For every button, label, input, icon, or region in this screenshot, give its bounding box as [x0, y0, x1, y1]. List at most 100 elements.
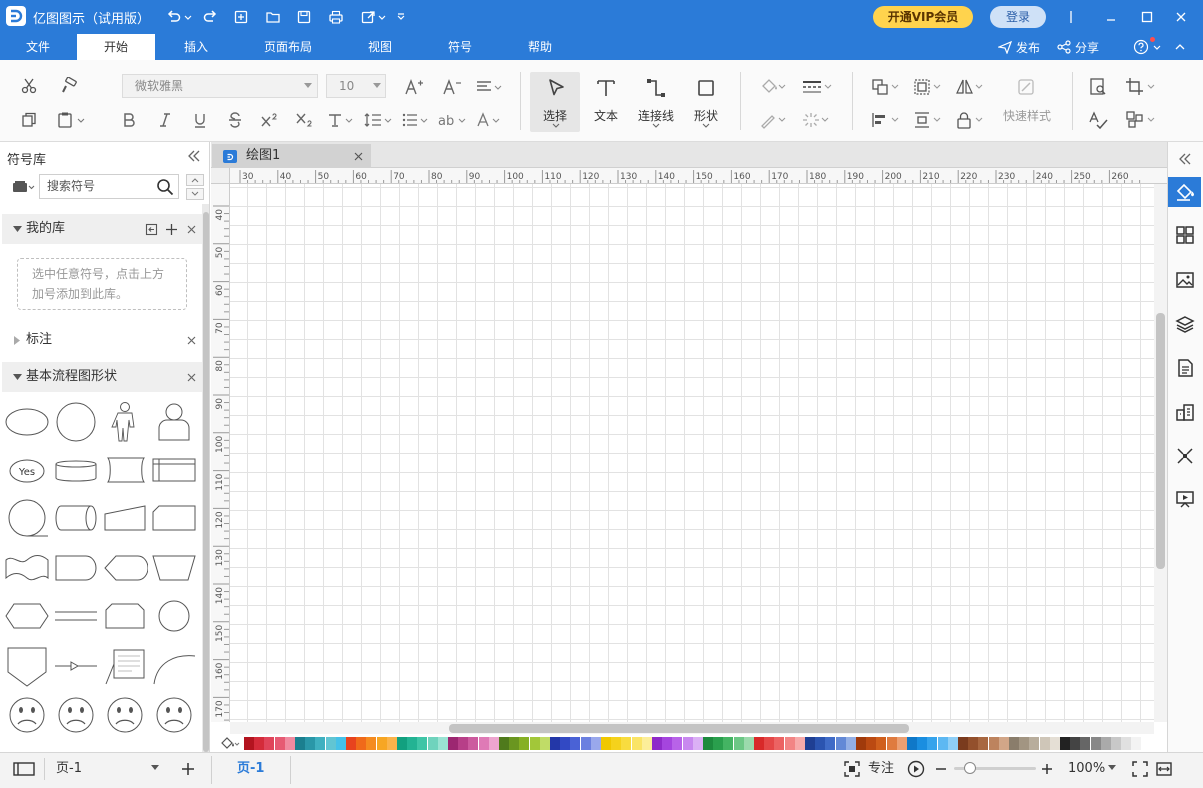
color-swatch[interactable] [1019, 737, 1030, 750]
color-swatch[interactable] [458, 737, 469, 750]
select-pointer-icon[interactable] [544, 76, 568, 100]
shape-yes-decision[interactable]: Yes [4, 448, 50, 492]
color-swatch[interactable] [407, 737, 418, 750]
color-swatch[interactable] [417, 737, 428, 750]
maximize-icon[interactable] [1136, 6, 1158, 28]
menu-insert[interactable]: 插入 [172, 34, 220, 60]
import-library-icon[interactable] [144, 222, 158, 236]
color-swatch[interactable] [876, 737, 887, 750]
color-swatch[interactable] [499, 737, 509, 750]
shape-ellipse[interactable] [4, 400, 50, 444]
color-swatch[interactable] [866, 737, 877, 750]
shape-sad-face[interactable] [53, 693, 99, 737]
open-folder-icon[interactable] [262, 7, 284, 27]
flip-icon[interactable] [954, 76, 986, 98]
my-library-dropzone[interactable]: 选中任意符号，点击上方 加号添加到此库。 [17, 258, 187, 310]
color-swatch[interactable] [284, 737, 295, 750]
color-swatch[interactable] [1111, 737, 1121, 750]
add-symbol-icon[interactable] [164, 222, 178, 236]
color-swatch[interactable] [254, 737, 265, 750]
color-swatch[interactable] [652, 737, 662, 750]
color-swatch[interactable] [978, 737, 989, 750]
color-swatch[interactable] [346, 737, 356, 750]
color-swatch[interactable] [927, 737, 938, 750]
shape-manual-operation[interactable] [151, 546, 197, 590]
lock-icon[interactable] [954, 109, 986, 131]
page-layout-toggle-icon[interactable] [12, 760, 36, 778]
decrease-font-icon[interactable] [440, 76, 464, 98]
shape-arrow-line[interactable] [53, 644, 99, 688]
shape-display[interactable] [102, 546, 148, 590]
group-icon[interactable] [912, 76, 944, 98]
help-icon[interactable] [1133, 34, 1161, 60]
pin-icon[interactable] [1060, 6, 1082, 28]
menu-file[interactable]: 文件 [14, 34, 62, 60]
color-swatch[interactable] [845, 737, 856, 750]
connector-tool-icon[interactable] [644, 76, 668, 100]
bullet-list-icon[interactable] [400, 109, 430, 131]
color-swatch[interactable] [1131, 737, 1142, 750]
login-button[interactable]: 登录 [990, 6, 1046, 28]
shape-parallel-lines[interactable] [53, 594, 99, 638]
menu-help[interactable]: 帮助 [516, 34, 564, 60]
zoom-in-icon[interactable] [1039, 760, 1055, 778]
color-swatch[interactable] [958, 737, 968, 750]
find-replace-icon[interactable] [1086, 76, 1110, 98]
color-swatch[interactable] [856, 737, 866, 750]
line-spacing-icon[interactable] [362, 109, 394, 131]
color-swatch[interactable] [896, 737, 907, 750]
color-swatch[interactable] [305, 737, 316, 750]
close-flowchart-icon[interactable] [185, 371, 197, 383]
search-icon[interactable] [155, 177, 175, 197]
color-swatch[interactable] [315, 737, 326, 750]
cut-icon[interactable] [18, 75, 40, 97]
font-color-icon[interactable] [474, 109, 504, 131]
color-swatch[interactable] [488, 737, 499, 750]
shape-connector-circle[interactable] [4, 496, 50, 540]
color-swatch[interactable] [937, 737, 948, 750]
text-align-icon[interactable] [474, 76, 504, 98]
shape-person[interactable] [102, 400, 148, 444]
close-tab-icon[interactable] [352, 150, 364, 162]
color-swatch[interactable] [295, 737, 305, 750]
shape-card[interactable] [102, 448, 148, 492]
shape-tape[interactable] [4, 546, 50, 590]
color-swatch[interactable] [335, 737, 346, 750]
color-swatch[interactable] [529, 737, 540, 750]
print-icon[interactable] [325, 7, 347, 27]
color-swatch[interactable] [794, 737, 805, 750]
connector-chevron-down-icon[interactable] [650, 122, 662, 130]
color-swatch[interactable] [733, 737, 744, 750]
color-swatch[interactable] [325, 737, 336, 750]
image-panel-icon[interactable] [1168, 265, 1202, 295]
shape-text-note[interactable] [102, 644, 148, 688]
superscript-icon[interactable] [258, 109, 282, 131]
color-swatch[interactable] [1121, 737, 1132, 750]
color-swatch[interactable] [907, 737, 917, 750]
color-swatch[interactable] [509, 737, 520, 750]
shape-internal-storage[interactable] [151, 448, 197, 492]
color-swatch[interactable] [631, 737, 642, 750]
color-swatch[interactable] [754, 737, 764, 750]
color-swatch[interactable] [764, 737, 775, 750]
new-file-icon[interactable] [230, 7, 252, 27]
select-chevron-down-icon[interactable] [550, 122, 562, 130]
shape-sad-face[interactable] [4, 693, 50, 737]
shape-loop-limit[interactable] [102, 594, 148, 638]
color-swatch[interactable] [1100, 737, 1111, 750]
zoom-chevron-down-icon[interactable] [1107, 764, 1117, 772]
shape-circle-small[interactable] [151, 594, 197, 638]
shape-direct-data[interactable] [53, 496, 99, 540]
spell-check-icon[interactable] [1086, 109, 1110, 131]
copy-icon[interactable] [18, 109, 40, 131]
menu-view[interactable]: 视图 [356, 34, 404, 60]
bold-icon[interactable] [118, 109, 140, 131]
format-painter-icon[interactable] [58, 75, 80, 97]
shape-data-panel-icon[interactable] [1168, 220, 1202, 250]
vip-button[interactable]: 开通VIP会员 [873, 6, 973, 28]
navigation-panel-icon[interactable] [1168, 441, 1202, 471]
increase-font-icon[interactable] [402, 76, 426, 98]
paste-icon[interactable] [54, 109, 88, 131]
shape-chevron-down-icon[interactable] [700, 122, 712, 130]
font-name-select[interactable]: 微软雅黑 [122, 74, 318, 98]
